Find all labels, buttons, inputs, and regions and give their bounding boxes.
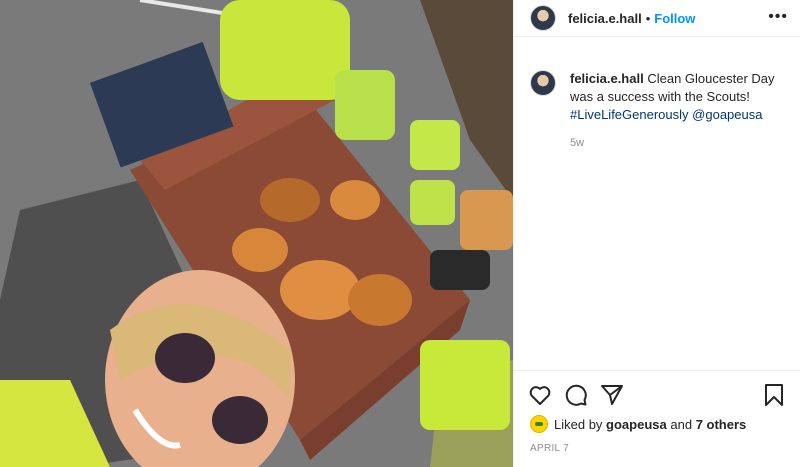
likes-prefix: Liked by bbox=[554, 416, 603, 432]
scouts-cleanup-photo bbox=[0, 0, 513, 467]
likes-row: Liked by goapeusa and 7 others bbox=[514, 413, 800, 435]
post-date[interactable]: APRIL 7 bbox=[514, 435, 800, 454]
caption-comment: felicia.e.hall Clean Gloucester Day was … bbox=[514, 37, 800, 152]
caption-username[interactable]: felicia.e.hall bbox=[570, 71, 644, 86]
avatar[interactable] bbox=[530, 5, 556, 31]
more-horizontal-icon[interactable]: ••• bbox=[768, 8, 788, 26]
hashtag-link[interactable]: #LiveLifeGenerously bbox=[570, 107, 689, 122]
liker-username[interactable]: goapeusa bbox=[606, 417, 667, 432]
mention-link[interactable]: @goapeusa bbox=[692, 107, 762, 122]
comment-icon[interactable] bbox=[564, 383, 588, 407]
likes-others[interactable]: 7 others bbox=[696, 417, 747, 432]
share-icon[interactable] bbox=[600, 383, 624, 407]
heart-icon[interactable] bbox=[528, 383, 552, 407]
follow-button[interactable]: Follow bbox=[654, 11, 695, 26]
likes-and: and bbox=[670, 416, 693, 432]
caption-time[interactable]: 5w bbox=[570, 134, 784, 152]
bookmark-icon[interactable] bbox=[762, 383, 786, 407]
caption-avatar[interactable] bbox=[530, 70, 556, 96]
header-username[interactable]: felicia.e.hall bbox=[568, 11, 642, 26]
post-header: felicia.e.hall • Follow ••• bbox=[514, 0, 800, 37]
separator-dot: • bbox=[645, 10, 651, 26]
liker-avatar[interactable] bbox=[530, 415, 548, 433]
action-bar bbox=[514, 371, 800, 411]
caption-body: felicia.e.hall Clean Gloucester Day was … bbox=[570, 70, 784, 152]
post-photo[interactable] bbox=[0, 0, 513, 467]
post-panel: felicia.e.hall • Follow ••• felicia.e.ha… bbox=[513, 0, 800, 467]
instagram-post: felicia.e.hall • Follow ••• felicia.e.ha… bbox=[0, 0, 800, 467]
action-area: Liked by goapeusa and 7 others APRIL 7 bbox=[514, 370, 800, 467]
